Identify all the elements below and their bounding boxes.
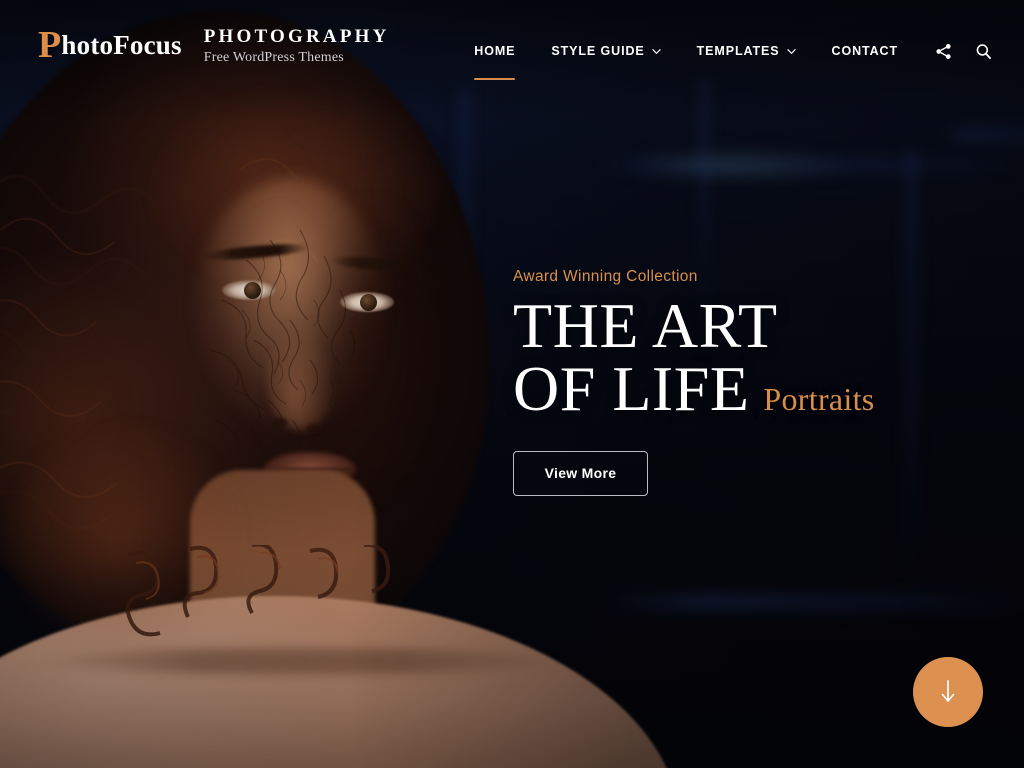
header-icon-group (916, 36, 998, 66)
logo-text[interactable]: PhotoFocus (38, 26, 182, 64)
active-nav-underline (474, 78, 516, 80)
chevron-down-icon (651, 48, 661, 54)
logo-initial: P (38, 24, 62, 67)
hero-section: PhotoFocus Photography Free WordPress Th… (0, 0, 1024, 768)
nav-item-home[interactable]: Home (456, 36, 533, 80)
nav-item-label: Contact (831, 44, 898, 58)
brand-logo[interactable]: PhotoFocus Photography Free WordPress Th… (0, 0, 390, 65)
share-button[interactable] (928, 36, 958, 66)
nav-item-label: Templates (696, 44, 780, 58)
nav-item-style-guide[interactable]: Style Guide (533, 36, 678, 66)
brand-tagline-group: Photography Free WordPress Themes (204, 26, 390, 65)
primary-navigation: Home Style Guide Templates Contact (456, 0, 1024, 80)
hero-eyebrow: Award Winning Collection (513, 268, 698, 285)
logo-word: hotoFocus (61, 30, 182, 61)
view-more-button[interactable]: View More (513, 450, 648, 496)
nav-item-templates[interactable]: Templates (679, 36, 814, 66)
chevron-down-icon (786, 48, 796, 54)
brand-subtitle: Free WordPress Themes (203, 49, 344, 65)
search-icon (976, 43, 991, 59)
hero-title-accent: Portraits (763, 381, 875, 418)
arrow-down-icon (941, 680, 955, 702)
hero-title-line-2-group: OF LIFE Portraits (513, 353, 875, 425)
scroll-down-button[interactable] (913, 657, 983, 727)
hero-title: THE ART OF LIFE Portraits (513, 290, 875, 425)
nav-item-label: Style Guide (551, 44, 645, 58)
search-button[interactable] (968, 36, 998, 66)
nav-item-label: Home (474, 44, 516, 58)
nav-item-contact[interactable]: Contact (814, 36, 916, 66)
hero-title-line-1: THE ART (513, 290, 778, 361)
site-header: PhotoFocus Photography Free WordPress Th… (0, 0, 1024, 96)
hero-title-line-2: OF LIFE (513, 353, 750, 425)
brand-title: Photography (203, 26, 390, 47)
hero-content: Award Winning Collection THE ART OF LIFE… (513, 268, 875, 496)
share-icon (935, 43, 951, 59)
